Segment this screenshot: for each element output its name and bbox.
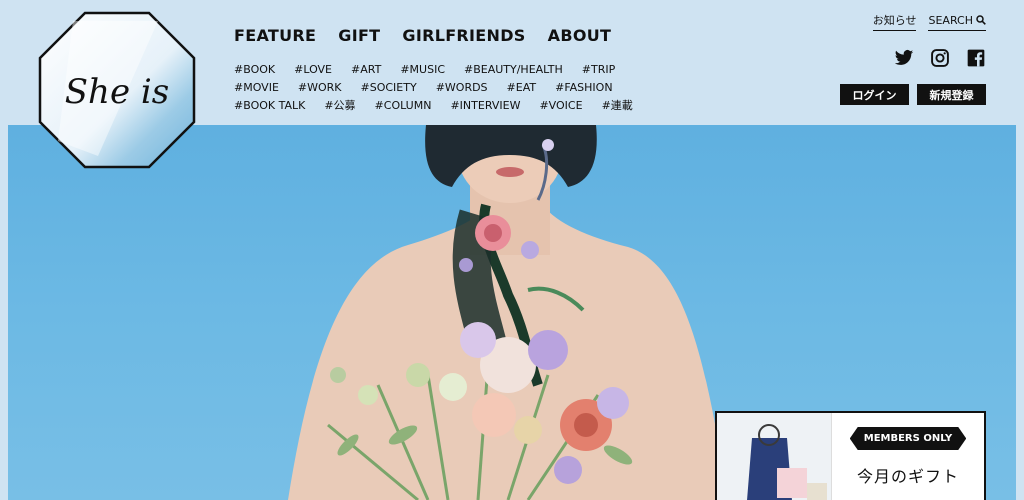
gift-thumbnail (717, 413, 832, 500)
register-button[interactable]: 新規登録 (917, 84, 986, 105)
social-links (894, 48, 986, 68)
tag-eat[interactable]: #EAT (507, 81, 537, 94)
tag-love[interactable]: #LOVE (294, 63, 332, 76)
tag-art[interactable]: #ART (351, 63, 381, 76)
tag-words[interactable]: #WORDS (436, 81, 488, 94)
tag-rensai[interactable]: #連載 (602, 97, 633, 113)
tag-book[interactable]: #BOOK (234, 63, 275, 76)
login-button[interactable]: ログイン (840, 84, 909, 105)
main-nav: FEATURE GIFT GIRLFRIENDS ABOUT (234, 26, 611, 45)
tag-column[interactable]: #COLUMN (375, 99, 432, 112)
tag-society[interactable]: #SOCIETY (361, 81, 417, 94)
tag-beauty-health[interactable]: #BEAUTY/HEALTH (464, 63, 563, 76)
tag-fashion[interactable]: #FASHION (555, 81, 612, 94)
tag-interview[interactable]: #INTERVIEW (450, 99, 520, 112)
search-link[interactable]: SEARCH (928, 12, 986, 31)
tag-row: #BOOK TALK #公募 #COLUMN #INTERVIEW #VOICE… (234, 96, 654, 114)
members-only-badge: MEMBERS ONLY (850, 427, 967, 450)
search-icon (976, 15, 986, 25)
site-logo[interactable]: She is (38, 11, 196, 169)
tag-koubo[interactable]: #公募 (324, 97, 355, 113)
tag-list: #BOOK #LOVE #ART #MUSIC #BEAUTY/HEALTH #… (234, 60, 654, 114)
news-link[interactable]: お知らせ (872, 12, 917, 31)
facebook-icon[interactable] (966, 48, 986, 68)
nav-gift[interactable]: GIFT (338, 26, 380, 45)
tag-row: #MOVIE #WORK #SOCIETY #WORDS #EAT #FASHI… (234, 78, 654, 96)
members-gift-card[interactable]: MEMBERS ONLY 今月のギフト (715, 411, 986, 500)
auth-buttons: ログイン 新規登録 (840, 84, 986, 105)
members-gift-title: 今月のギフト (856, 467, 959, 486)
tag-music[interactable]: #MUSIC (400, 63, 445, 76)
tag-book-talk[interactable]: #BOOK TALK (234, 99, 305, 112)
utility-links: お知らせ SEARCH (872, 12, 986, 31)
tag-work[interactable]: #WORK (298, 81, 342, 94)
instagram-icon[interactable] (930, 48, 950, 68)
nav-about[interactable]: ABOUT (548, 26, 612, 45)
tag-row: #BOOK #LOVE #ART #MUSIC #BEAUTY/HEALTH #… (234, 60, 654, 78)
tag-trip[interactable]: #TRIP (582, 63, 615, 76)
tag-movie[interactable]: #MOVIE (234, 81, 279, 94)
nav-feature[interactable]: FEATURE (234, 26, 316, 45)
twitter-icon[interactable] (894, 48, 914, 68)
members-info: MEMBERS ONLY 今月のギフト (832, 413, 984, 500)
nav-girlfriends[interactable]: GIRLFRIENDS (402, 26, 525, 45)
search-label: SEARCH (928, 13, 973, 27)
tag-voice[interactable]: #VOICE (539, 99, 582, 112)
news-label: お知らせ (872, 14, 917, 27)
logo-text: She is (65, 72, 169, 112)
